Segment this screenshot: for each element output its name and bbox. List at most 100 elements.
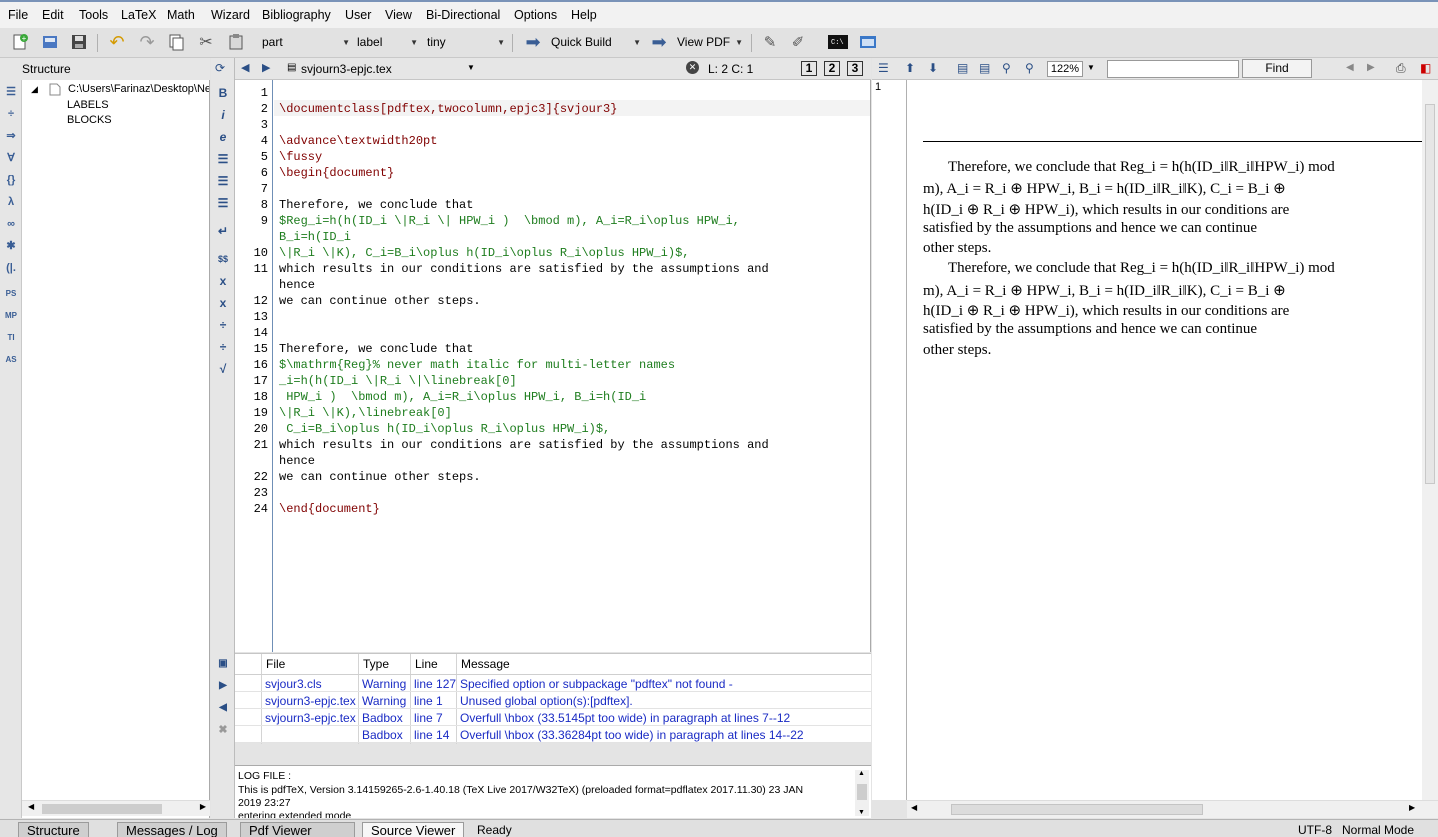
- refresh-icon[interactable]: ⟳: [215, 61, 225, 75]
- menu-file[interactable]: File: [8, 8, 28, 22]
- asymptote-icon[interactable]: AS: [3, 352, 19, 368]
- align-right-icon[interactable]: ☰: [215, 195, 231, 211]
- code-line[interactable]: \fussy: [279, 150, 322, 164]
- menu-bibliography[interactable]: Bibliography: [262, 8, 331, 22]
- code-line[interactable]: which results in our conditions are sati…: [279, 438, 769, 452]
- sectioning-combo[interactable]: part ▼: [260, 33, 352, 52]
- tab-messages-log[interactable]: Messages / Log: [117, 822, 227, 837]
- menu-wizard[interactable]: Wizard: [211, 8, 250, 22]
- save-icon[interactable]: [69, 32, 89, 52]
- code-editor[interactable]: 1 2 3 4 5 6 7 8 9 10 11 12 13 14 15 16 1…: [235, 80, 871, 652]
- scroll-thumb[interactable]: [951, 804, 1203, 815]
- open-file-icon[interactable]: [40, 32, 60, 52]
- code-line[interactable]: hence: [279, 454, 315, 468]
- tab-source-viewer[interactable]: Source Viewer: [362, 822, 465, 837]
- clean-pen-icon[interactable]: ✐: [788, 32, 808, 52]
- log-vscrollbar[interactable]: ▲ ▼: [855, 770, 869, 816]
- message-text[interactable]: Overfull \hbox (33.5145pt too wide) in p…: [460, 711, 790, 725]
- log-panel[interactable]: LOG FILE : This is pdfTeX, Version 3.141…: [235, 765, 871, 818]
- close-pdf-icon[interactable]: ◧: [1420, 61, 1431, 75]
- zoom-in-icon[interactable]: ⚲: [1002, 61, 1011, 75]
- fit-width-icon[interactable]: ▤: [957, 61, 968, 75]
- message-line[interactable]: line 127: [414, 677, 456, 691]
- code-line[interactable]: $\mathrm{Reg}% never math italic for mul…: [279, 358, 675, 372]
- message-file[interactable]: svjour3.cls: [265, 677, 322, 691]
- new-file-icon[interactable]: +: [10, 32, 30, 52]
- menu-math[interactable]: Math: [167, 8, 195, 22]
- newline-icon[interactable]: ↵: [215, 223, 231, 239]
- column-header-message[interactable]: Message: [461, 657, 510, 671]
- code-line[interactable]: \documentclass[pdftex,twocolumn,epjc3]{s…: [279, 102, 617, 116]
- code-line[interactable]: \advance\textwidth20pt: [279, 134, 437, 148]
- emphasis-icon[interactable]: e: [215, 129, 231, 145]
- message-line[interactable]: line 1: [414, 694, 443, 708]
- quick-build-arrow-icon[interactable]: ➡: [523, 32, 543, 52]
- code-line[interactable]: $Reg_i=h(h(ID_i \|R_i \| HPW_i ) \bmod m…: [279, 214, 740, 228]
- tree-item-blocks[interactable]: BLOCKS: [67, 114, 112, 126]
- align-left-icon[interactable]: ☰: [215, 151, 231, 167]
- code-line[interactable]: \end{document}: [279, 502, 380, 516]
- message-file[interactable]: svjourn3-epjc.tex: [265, 694, 356, 708]
- tab-structure[interactable]: Structure: [18, 822, 89, 837]
- code-line[interactable]: hence: [279, 278, 315, 292]
- code-line[interactable]: B_i=h(ID_i: [279, 230, 351, 244]
- find-button[interactable]: Find: [1242, 59, 1312, 78]
- structure-toggle-icon[interactable]: ☰: [878, 61, 889, 75]
- stop-icon[interactable]: ✖: [215, 722, 231, 738]
- scroll-thumb[interactable]: [1425, 104, 1435, 484]
- braces-icon[interactable]: {}: [3, 172, 19, 188]
- message-file[interactable]: svjourn3-epjc.tex: [265, 711, 356, 725]
- window-icon[interactable]: [858, 32, 878, 52]
- message-text[interactable]: Overfull \hbox (33.36284pt too wide) in …: [460, 728, 804, 742]
- menu-help[interactable]: Help: [571, 8, 597, 22]
- lambda-icon[interactable]: λ: [3, 194, 19, 210]
- view-1-button[interactable]: 1: [801, 61, 817, 76]
- italic-icon[interactable]: i: [215, 107, 231, 123]
- fraction-icon[interactable]: ÷: [215, 317, 231, 333]
- view-pdf-combo[interactable]: View PDF ▼: [675, 33, 745, 52]
- chevron-down-icon[interactable]: ▼: [1087, 63, 1095, 72]
- scroll-left-icon[interactable]: ◀: [911, 803, 917, 812]
- math-mode-icon[interactable]: $$: [215, 251, 231, 267]
- pdf-search-input[interactable]: [1107, 60, 1239, 78]
- editor-filename[interactable]: svjourn3-epjc.tex: [301, 62, 392, 76]
- view-2-button[interactable]: 2: [824, 61, 840, 76]
- message-type[interactable]: Badbox: [362, 711, 403, 725]
- pdf-viewer[interactable]: Therefore, we conclude that Reg_i = h(h(…: [907, 80, 1438, 800]
- pdf-vscrollbar[interactable]: [1422, 80, 1438, 800]
- bold-icon[interactable]: B: [215, 85, 231, 101]
- scroll-right-icon[interactable]: ▶: [200, 802, 206, 811]
- superscript-icon[interactable]: x: [215, 295, 231, 311]
- column-header-type[interactable]: Type: [363, 657, 389, 671]
- forall-icon[interactable]: ∀: [3, 150, 19, 166]
- message-type[interactable]: Warning: [362, 694, 406, 708]
- references-combo[interactable]: label ▼: [355, 33, 420, 52]
- code-line[interactable]: \|R_i \|K), C_i=B_i\oplus h(ID_i\oplus R…: [279, 246, 689, 260]
- next-error-icon[interactable]: ▶: [215, 678, 231, 694]
- message-text[interactable]: Specified option or subpackage "pdftex" …: [460, 677, 733, 691]
- back-icon[interactable]: ◀: [241, 61, 249, 74]
- message-line[interactable]: line 14: [414, 728, 449, 742]
- tree-item-labels[interactable]: LABELS: [67, 99, 109, 111]
- cut-icon[interactable]: ✂: [196, 32, 216, 52]
- tikz-icon[interactable]: TI: [3, 330, 19, 346]
- previous-error-icon[interactable]: ◀: [215, 700, 231, 716]
- status-encoding[interactable]: UTF-8: [1298, 823, 1332, 837]
- terminal-icon[interactable]: C:\: [828, 32, 848, 52]
- view-3-button[interactable]: 3: [847, 61, 863, 76]
- compile-pen-icon[interactable]: ✎: [760, 32, 780, 52]
- print-icon[interactable]: ⎙: [1396, 61, 1406, 76]
- scroll-right-icon[interactable]: ▶: [1409, 803, 1415, 812]
- tree-root-path[interactable]: C:\Users\Farinaz\Desktop\Ne: [68, 83, 209, 95]
- pstricks-icon[interactable]: PS: [3, 286, 19, 302]
- menu-view[interactable]: View: [385, 8, 412, 22]
- code-line[interactable]: we can continue other steps.: [279, 294, 481, 308]
- code-line[interactable]: C_i=B_i\oplus h(ID_i\oplus R_i\oplus HPW…: [279, 422, 610, 436]
- scroll-down-icon[interactable]: ▼: [858, 809, 865, 816]
- code-line[interactable]: \|R_i \|K),\linebreak[0]: [279, 406, 452, 420]
- menu-tools[interactable]: Tools: [79, 8, 108, 22]
- arrow-icon[interactable]: ⇒: [3, 128, 19, 144]
- scroll-thumb[interactable]: [42, 804, 162, 814]
- fit-page-icon[interactable]: ▤: [979, 61, 990, 75]
- relation-icon[interactable]: ÷: [3, 106, 19, 122]
